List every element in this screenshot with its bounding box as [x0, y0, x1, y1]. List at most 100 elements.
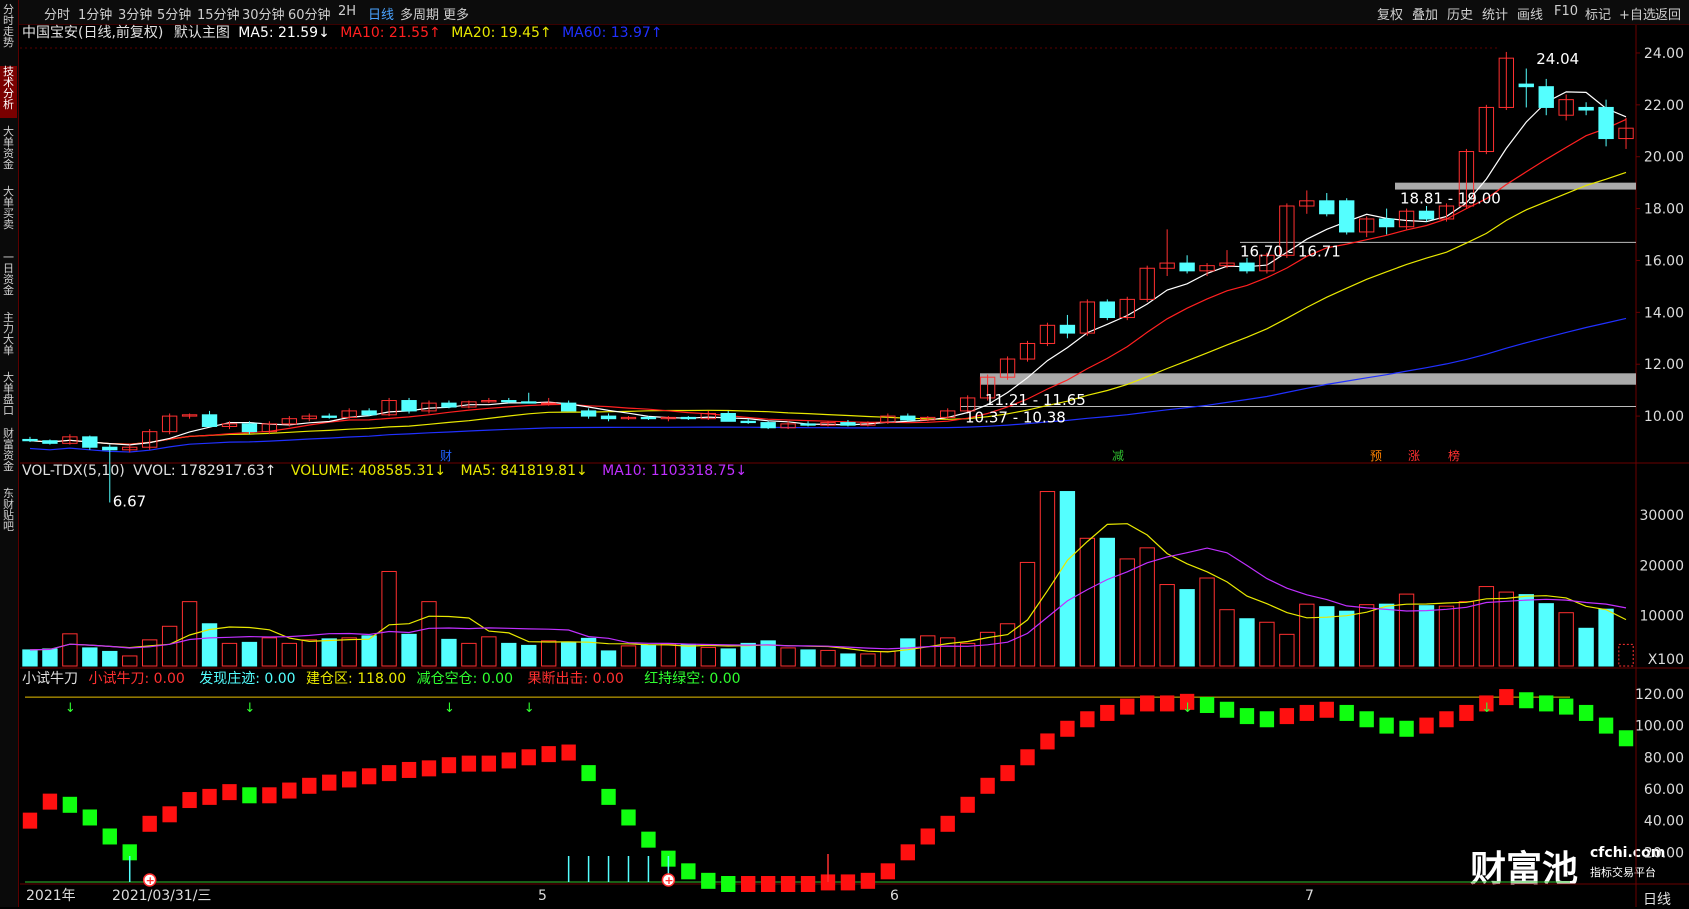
volume-bar	[1279, 633, 1295, 667]
indicator-block	[521, 749, 536, 766]
indicator-block	[481, 755, 497, 772]
candle-body	[600, 415, 617, 420]
high-label: 24.04	[1536, 50, 1579, 68]
candle-body	[740, 420, 756, 424]
ma5-line	[29, 91, 1627, 446]
plus-icon: +	[146, 874, 155, 887]
indicator-block	[22, 812, 38, 829]
volume-bar	[1239, 618, 1255, 667]
volume-tick: X100	[1648, 652, 1684, 668]
candle-body	[82, 436, 98, 448]
indicator-block	[1598, 717, 1614, 734]
indicator-block	[1279, 708, 1295, 725]
candle-body	[1179, 262, 1195, 272]
indicator-block	[1100, 704, 1115, 721]
indicator-block	[82, 809, 98, 826]
indicator-block	[202, 788, 217, 805]
volume-bar	[241, 641, 258, 667]
indicator-block	[581, 765, 596, 782]
candle-body	[321, 415, 337, 418]
indicator-tick: 100.00	[1635, 719, 1684, 735]
volume-bar	[740, 642, 756, 667]
candle-body	[800, 423, 816, 426]
candle-body	[1319, 200, 1335, 215]
event-tag: 榜	[1448, 448, 1460, 463]
indicator-block	[282, 782, 297, 799]
down-arrow-icon: ↓	[1481, 701, 1492, 716]
volume-bar	[102, 650, 118, 667]
indicator-block	[1379, 717, 1394, 734]
volume-bar	[820, 649, 836, 667]
indicator-block	[840, 874, 856, 891]
indicator-tick: 60.00	[1644, 782, 1684, 798]
volume-bar	[62, 633, 78, 667]
event-tag: 预	[1370, 449, 1382, 463]
volume-bar	[541, 640, 557, 667]
indicator-block	[1519, 692, 1534, 709]
volume-bar	[1598, 608, 1614, 667]
price-tick: 14.00	[1644, 305, 1684, 321]
indicator-tick: 40.00	[1644, 814, 1684, 830]
volume-bar	[1019, 561, 1036, 667]
candle-body	[521, 401, 537, 404]
indicator-block	[800, 876, 816, 892]
down-arrow-icon: ↓	[65, 701, 76, 716]
indicator-block	[1060, 720, 1075, 737]
zone-label-1: 18.81 - 19.00	[1400, 189, 1501, 207]
price-tick: 22.00	[1644, 98, 1684, 114]
zone-label-4: 10.37 - 10.38	[965, 408, 1066, 426]
indicator-block	[501, 752, 516, 769]
zone-label-2: 16.70 - 16.71	[1240, 242, 1341, 260]
volume-bar	[281, 642, 298, 667]
volume-bar	[1538, 603, 1554, 667]
stock-chart-canvas[interactable]: 24.00 22.00 20.00 18.00 16.00 14.00 12.00 10.00…	[0, 0, 1689, 907]
x-axis-label: 2021/03/31/三	[112, 888, 211, 904]
price-tick: 20.00	[1644, 150, 1684, 166]
indicator-block	[1419, 717, 1434, 734]
zone-bar-3	[980, 373, 1636, 385]
indicator-block	[1319, 701, 1334, 718]
volume-bar	[1179, 589, 1195, 667]
indicator-block	[322, 774, 337, 791]
indicator-tick: 120.00	[1635, 687, 1684, 703]
candle-body	[42, 440, 58, 444]
volume-bar	[221, 642, 238, 667]
volume-bar	[680, 643, 697, 667]
volume-bar	[521, 644, 537, 667]
volume-bar	[1418, 605, 1435, 667]
candle-body	[361, 410, 377, 416]
candle-body	[1339, 200, 1355, 233]
candle-body	[720, 413, 736, 422]
volume-bar	[361, 635, 377, 667]
indicator-tick: 80.00	[1644, 750, 1684, 766]
volume-bar	[1458, 601, 1475, 667]
event-tag: 减	[1112, 449, 1124, 463]
indicator-block	[721, 876, 736, 892]
volume-bar	[461, 642, 477, 667]
indicator-block	[1499, 689, 1514, 706]
candle-body	[640, 416, 657, 420]
price-tick: 24.00	[1644, 46, 1684, 62]
candle-body	[1239, 262, 1255, 272]
indicator-block	[1080, 711, 1095, 728]
indicator-block	[541, 746, 556, 763]
indicator-block	[1199, 697, 1215, 714]
indicator-block	[561, 744, 576, 761]
volume-bar	[620, 645, 637, 667]
indicator-block	[621, 809, 636, 826]
price-tick: 18.00	[1644, 202, 1684, 218]
indicator-block	[1299, 704, 1314, 721]
indicator-block	[302, 777, 317, 794]
indicator-block	[1539, 695, 1554, 712]
candle-body	[1578, 106, 1594, 111]
volume-bar	[122, 655, 138, 667]
indicator-block	[980, 777, 995, 794]
indicator-block	[42, 793, 58, 810]
down-arrow-icon: ↓	[1182, 701, 1193, 716]
candle-body	[1538, 86, 1554, 108]
plus-icon: +	[664, 874, 673, 887]
indicator-block	[920, 828, 935, 845]
indicator-block	[1558, 698, 1574, 715]
volume-bar	[1039, 491, 1056, 667]
volume-bar	[1558, 612, 1574, 667]
